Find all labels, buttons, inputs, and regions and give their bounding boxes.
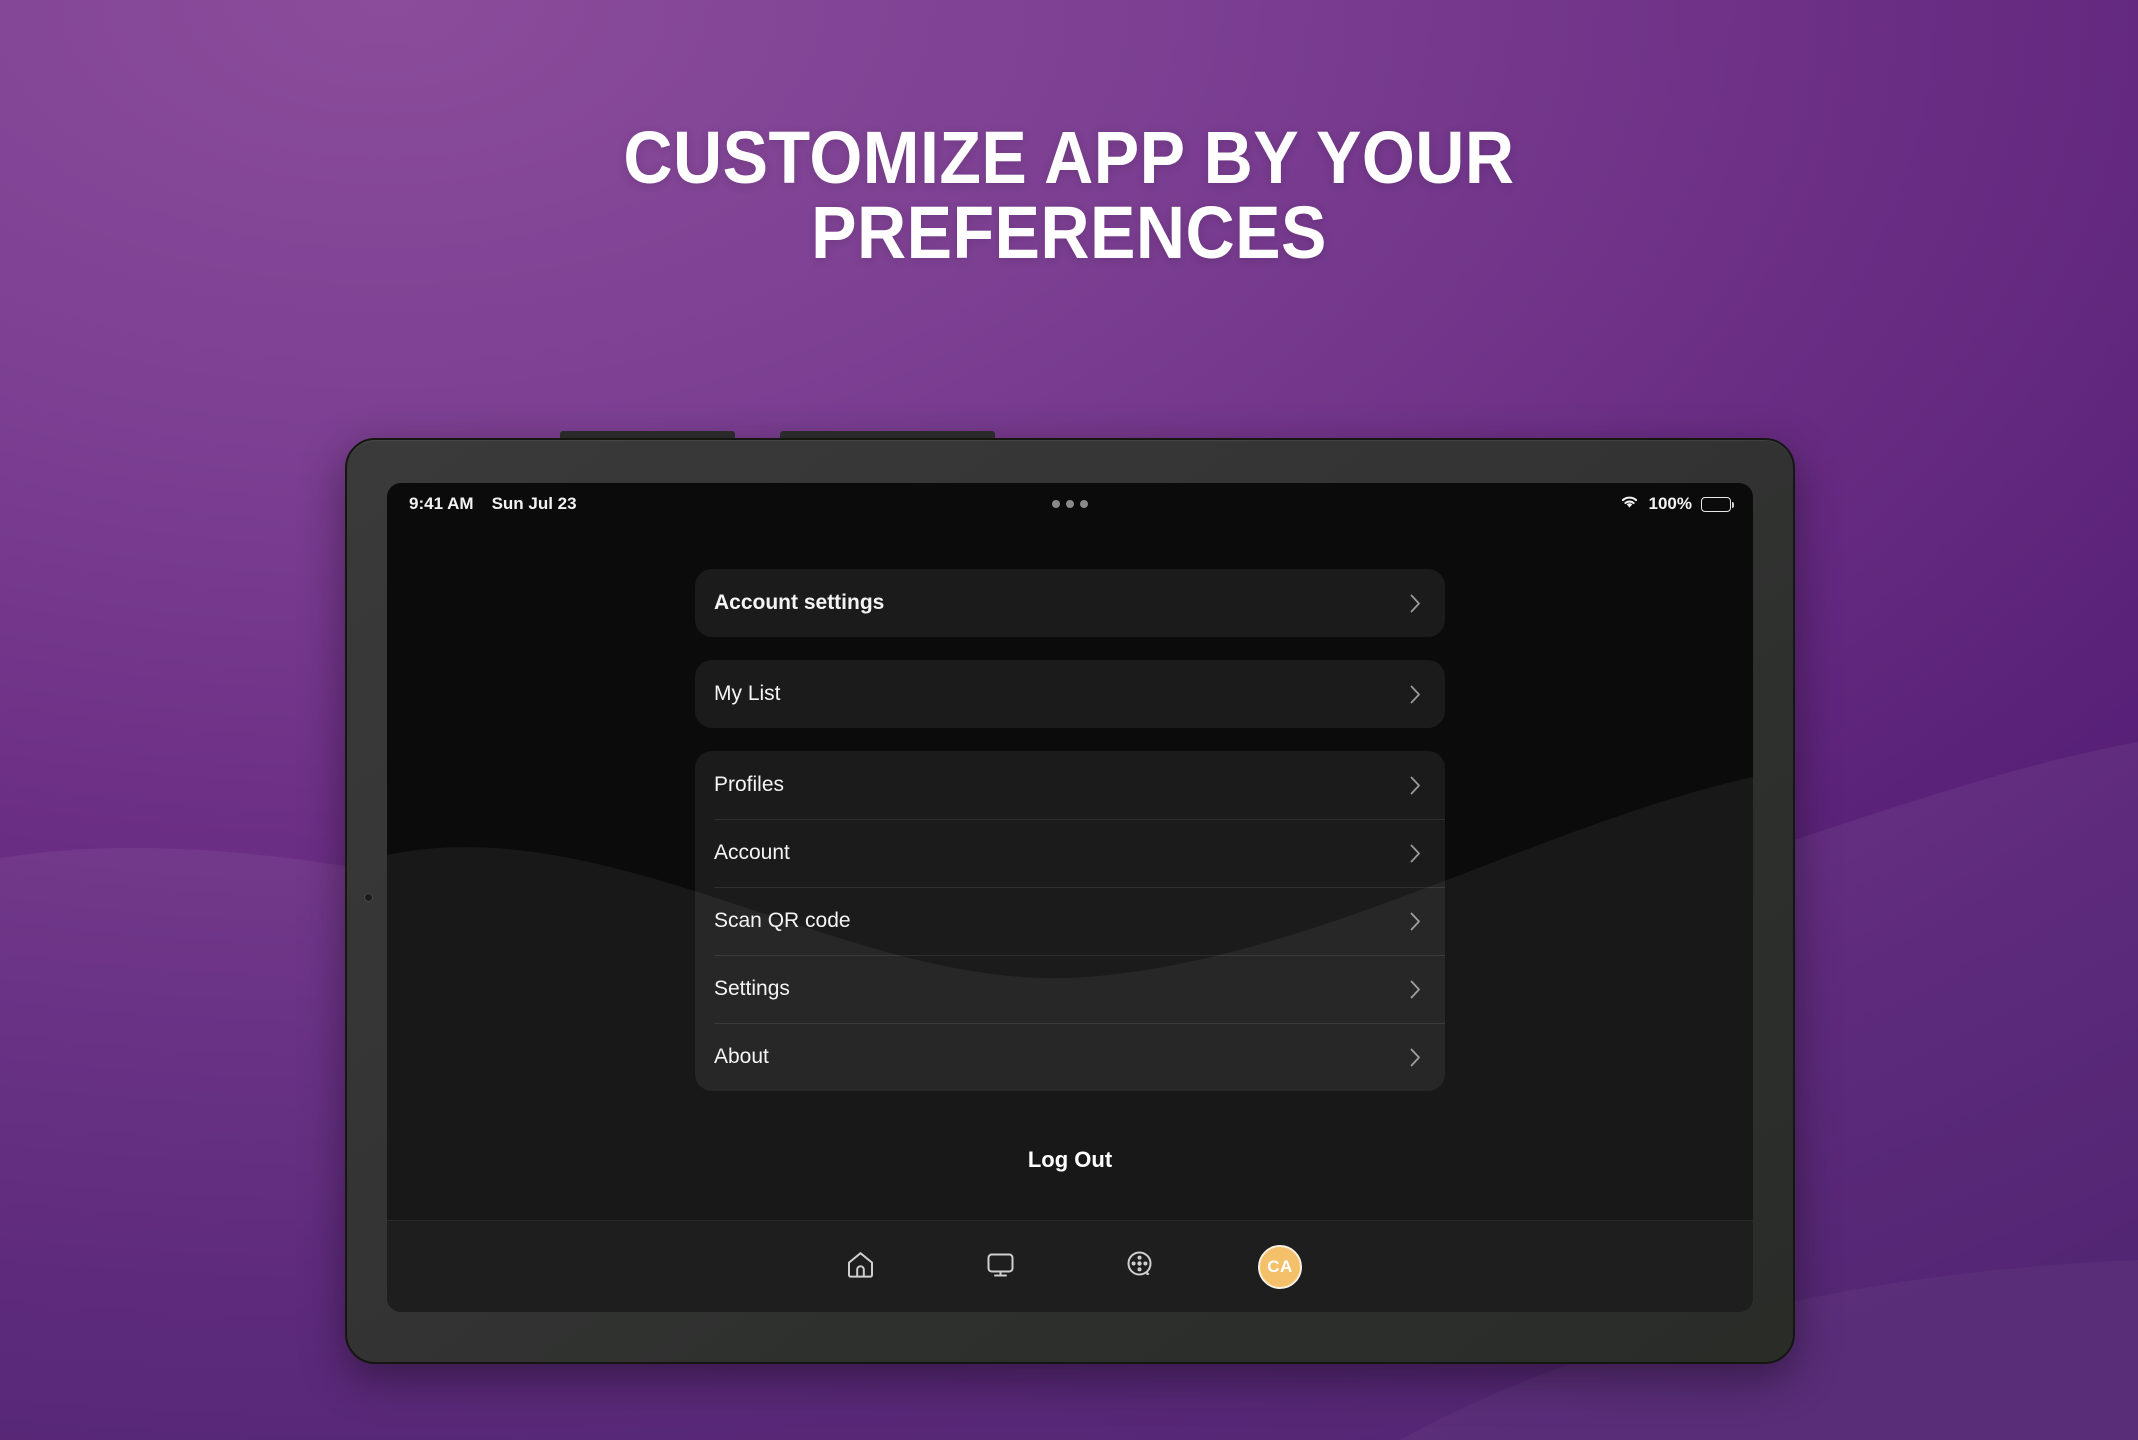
card-settings-group: Profiles Account Scan QR code Settings A… [695, 751, 1445, 1091]
menu-item-about[interactable]: About [695, 1023, 1445, 1091]
tablet-device: 9:41 AM Sun Jul 23 100% Account settings… [345, 431, 1795, 1364]
chevron-right-icon [1410, 1048, 1421, 1067]
menu-item-label: Account settings [714, 591, 885, 614]
menu-item-label: Account [714, 841, 790, 864]
menu-item-profiles[interactable]: Profiles [695, 751, 1445, 819]
front-camera-icon [364, 893, 373, 902]
menu-item-label: Profiles [714, 773, 785, 796]
chevron-right-icon [1410, 776, 1421, 795]
home-icon [844, 1248, 877, 1286]
status-bar: 9:41 AM Sun Jul 23 100% [387, 483, 1753, 525]
status-date: Sun Jul 23 [491, 494, 577, 513]
card-my-list[interactable]: My List [695, 660, 1445, 728]
menu-item-label: Scan QR code [714, 909, 851, 932]
camera-dots-icon [387, 483, 1753, 525]
nav-item-profile[interactable]: CA [1210, 1244, 1350, 1289]
menu-item-settings[interactable]: Settings [695, 955, 1445, 1023]
page-title: CUSTOMIZE APP BY YOUR PREFERENCES [623, 116, 1515, 275]
chevron-right-icon [1410, 844, 1421, 863]
nav-item-film-reel[interactable] [1070, 1248, 1210, 1286]
status-time: 9:41 AM [409, 494, 474, 513]
menu-item-account[interactable]: Account [695, 819, 1445, 887]
tv-icon [984, 1248, 1017, 1286]
status-bar-right: 100% [1619, 494, 1734, 514]
avatar[interactable]: CA [1258, 1244, 1302, 1289]
chevron-right-icon [1410, 594, 1421, 613]
menu-item-my-list[interactable]: My List [695, 660, 1445, 728]
log-out-button[interactable]: Log Out [920, 1137, 1220, 1183]
menu-item-label: My List [714, 682, 781, 705]
nav-item-home[interactable] [790, 1248, 930, 1286]
chevron-right-icon [1410, 980, 1421, 999]
battery-percent-label: 100% [1648, 494, 1692, 513]
card-account-settings[interactable]: Account settings [695, 569, 1445, 637]
menu-item-account-settings[interactable]: Account settings [695, 569, 1445, 637]
film-reel-icon [1124, 1248, 1157, 1286]
menu-item-label: Settings [714, 977, 790, 1000]
settings-screen: Account settings My List Profiles Accoun… [387, 525, 1753, 1312]
menu-item-scan-qr-code[interactable]: Scan QR code [695, 887, 1445, 955]
tablet-screen: 9:41 AM Sun Jul 23 100% Account settings… [387, 483, 1753, 1312]
status-bar-left: 9:41 AM Sun Jul 23 [409, 494, 577, 514]
nav-item-tv[interactable] [930, 1248, 1070, 1286]
battery-full-icon [1701, 496, 1734, 512]
chevron-right-icon [1410, 685, 1421, 704]
wifi-icon [1619, 494, 1640, 514]
menu-item-label: About [714, 1045, 769, 1068]
chevron-right-icon [1410, 912, 1421, 931]
bottom-nav-bar: CA [387, 1220, 1753, 1312]
